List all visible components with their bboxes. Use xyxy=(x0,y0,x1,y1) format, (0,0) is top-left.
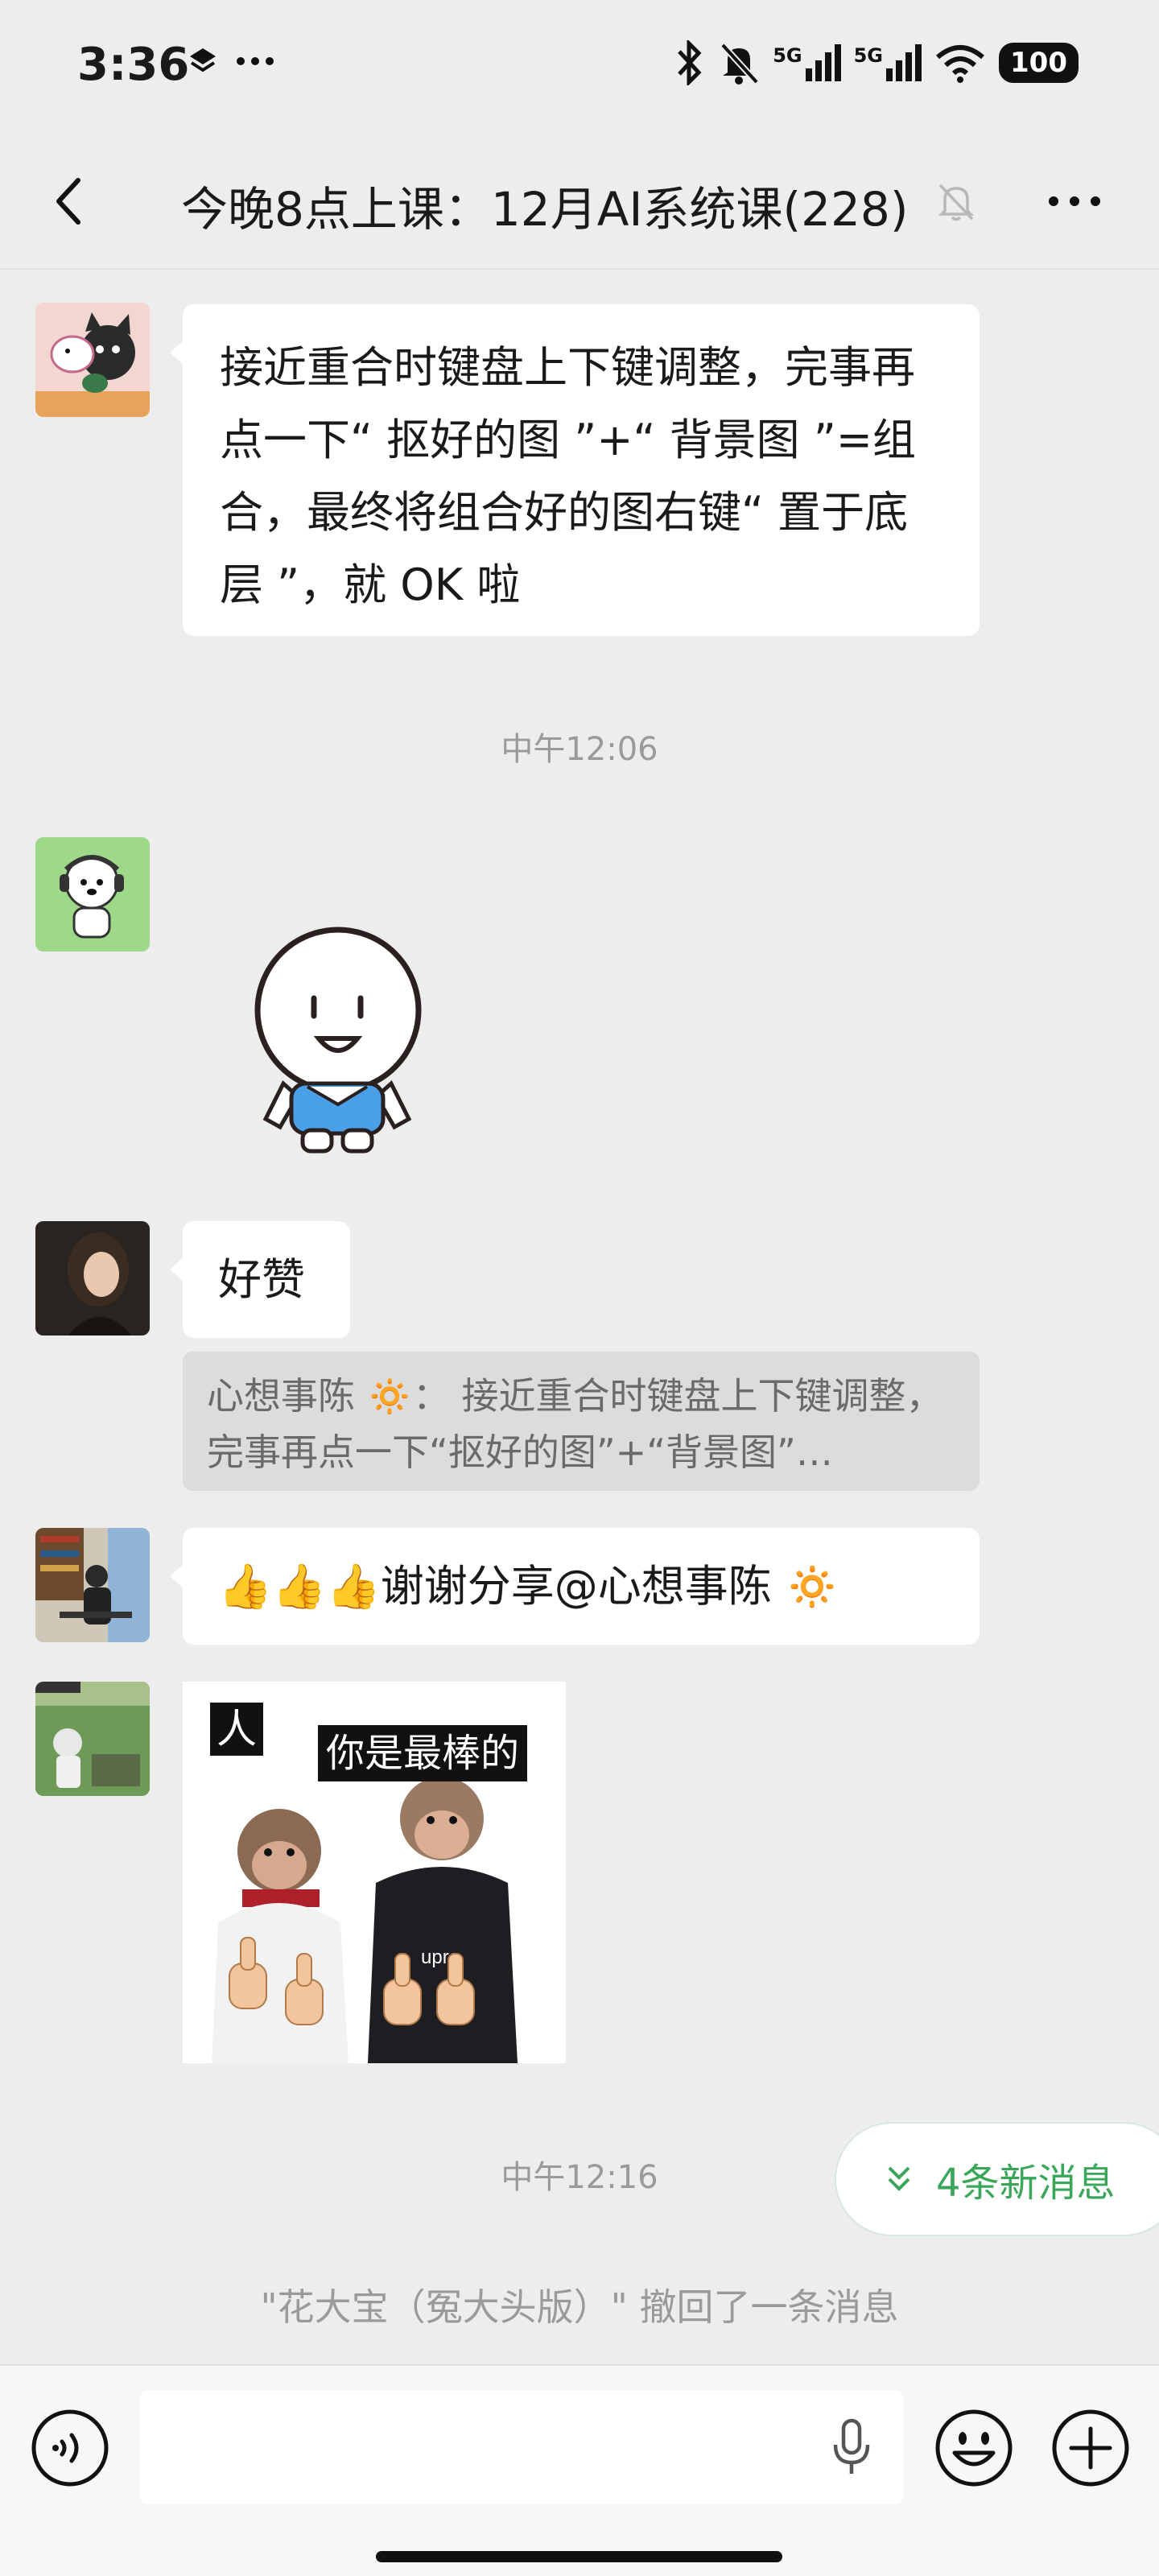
status-left-icons xyxy=(187,45,275,77)
image-caption-left: 人 xyxy=(210,1703,263,1756)
recall-notice: "花大宝（冤大头版）" 撤回了一条消息 xyxy=(260,2285,899,2329)
chevron-left-icon xyxy=(56,178,80,225)
input-bar xyxy=(0,2364,1159,2576)
signal-5g-icon: 5G xyxy=(854,44,922,81)
quote-text: 心想事陈 🔅： 接近重合时键盘上下键调整，完事再点一下“抠好的图”+“背景图”… xyxy=(207,1374,943,1474)
network-label: 5G xyxy=(773,44,802,67)
message-text: 谢谢分享@心想事陈 🔅 xyxy=(380,1561,840,1612)
nav-bar: 今晚8点上课：12月AI系统课(228) xyxy=(0,133,1159,270)
more-horizontal-icon xyxy=(1049,196,1100,206)
smiling-character-sticker[interactable] xyxy=(233,926,443,1167)
network-label: 5G xyxy=(853,44,884,67)
microphone-icon[interactable] xyxy=(827,2417,876,2478)
avatar[interactable] xyxy=(35,1221,150,1335)
avatar[interactable] xyxy=(35,837,150,952)
mute-bell-icon xyxy=(720,43,760,85)
layers-icon xyxy=(190,48,216,72)
monkey-thumbs-up-image[interactable]: upre 人 你是最棒的 xyxy=(183,1682,566,2063)
avatar[interactable] xyxy=(35,1528,150,1642)
voice-input-button[interactable] xyxy=(30,2408,110,2488)
avatar[interactable] xyxy=(35,1682,150,1796)
message-text: 好赞 xyxy=(218,1254,305,1305)
message-text: 接近重合时键盘上下键调整，完事再点一下“ 抠好的图 ”+“ 背景图 ”=组合，最… xyxy=(220,342,917,610)
status-bar: 3:36 5G 5G 100 xyxy=(0,0,1159,133)
message-bubble[interactable]: 👍👍👍 谢谢分享@心想事陈 🔅 xyxy=(170,1528,980,1645)
more-options-button[interactable] xyxy=(1042,177,1107,225)
muted-bell-icon xyxy=(938,184,975,221)
wifi-icon xyxy=(936,45,984,83)
timestamp: 中午12:06 xyxy=(501,731,658,768)
cartoon-avatar-icon xyxy=(35,303,150,417)
image-caption-right: 你是最棒的 xyxy=(318,1725,528,1781)
more-actions-button[interactable] xyxy=(1050,2408,1131,2488)
photo-avatar-icon xyxy=(35,1682,150,1796)
new-messages-label: 4条新消息 xyxy=(936,2161,1116,2206)
bluetooth-icon xyxy=(678,40,702,85)
home-indicator xyxy=(376,2551,782,2562)
back-button[interactable] xyxy=(40,173,97,229)
thumbs-up-emoji: 👍👍👍 xyxy=(218,1561,381,1612)
photo-avatar-icon xyxy=(35,1221,150,1335)
status-right: 5G 5G 100 xyxy=(673,40,1079,85)
message-input[interactable] xyxy=(139,2390,904,2504)
cartoon-dog-avatar-icon xyxy=(35,837,150,952)
avatar[interactable] xyxy=(35,303,150,417)
message-bubble[interactable]: 好赞 xyxy=(170,1221,350,1338)
signal-5g-icon: 5G xyxy=(773,44,841,81)
new-messages-button[interactable]: 4条新消息 xyxy=(835,2122,1159,2236)
double-chevron-down-icon xyxy=(888,2166,910,2191)
quoted-reply[interactable]: 心想事陈 🔅： 接近重合时键盘上下键调整，完事再点一下“抠好的图”+“背景图”… xyxy=(183,1352,980,1491)
status-time: 3:36 xyxy=(77,39,190,91)
photo-avatar-icon xyxy=(35,1528,150,1642)
chat-title: 今晚8点上课：12月AI系统课(228) xyxy=(181,182,909,237)
more-dots-icon xyxy=(237,57,274,65)
battery-indicator: 100 xyxy=(999,43,1079,83)
message-bubble[interactable]: 接近重合时键盘上下键调整，完事再点一下“ 抠好的图 ”+“ 背景图 ”=组合，最… xyxy=(170,304,980,636)
emoji-button[interactable] xyxy=(934,2408,1014,2488)
